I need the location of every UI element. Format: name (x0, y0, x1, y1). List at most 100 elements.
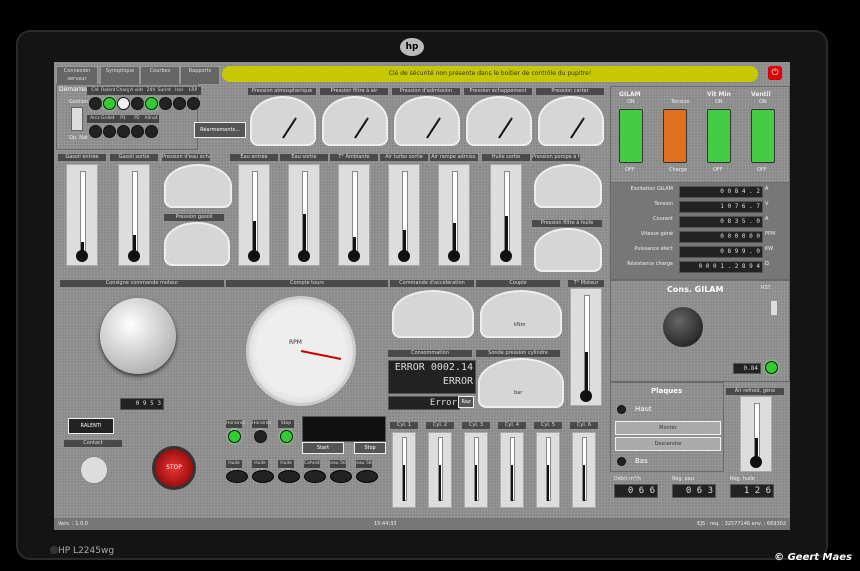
stop-small-button[interactable]: Stop (354, 442, 386, 454)
oval-label-1: Huile 2.5 (252, 460, 268, 474)
security-alert-bar: Clé de sécurité non présente dans le boi… (222, 66, 758, 82)
monitor-model: HP L2245wg (58, 546, 115, 556)
cons-gilam-knob[interactable] (663, 307, 703, 347)
oval-button-4[interactable] (330, 470, 352, 483)
demarreur-led-1[interactable] (103, 97, 116, 110)
power-off-button[interactable]: ⏻ (768, 66, 782, 80)
gilam-readout-panel: Excitation GILAM 0 0 8 4 . 2 A Tension 1 0 7… (610, 182, 790, 280)
demarreur-led-2[interactable] (117, 97, 130, 110)
start-button[interactable]: Start (302, 442, 344, 454)
oval-label-3: Cohnst. (304, 460, 322, 468)
cylinder-header-5: Cyl. 6 (570, 422, 598, 429)
thermo-header-5: T° Ambiante (330, 154, 378, 161)
bottom-readout-label-2: Rég. huile (730, 476, 755, 482)
demarreur-row2-led-4[interactable] (145, 125, 158, 138)
toolbar-button-rapports[interactable]: Rapports (180, 66, 220, 85)
gilam-readout-unit-3: PPM (765, 231, 776, 237)
gilam-readout-label-3: Vitesse géné (640, 231, 673, 237)
conso-header: Consommation (388, 350, 472, 357)
status-bar: Vers. : 1.0.0 15:44:33 EJS : req. : 3257… (54, 518, 790, 530)
consigne-knob[interactable] (100, 298, 176, 374)
sonde-gauge: bar (478, 358, 564, 408)
demarreur-row2-led-1[interactable] (103, 125, 116, 138)
accel-header: Commande d'accélération (390, 280, 474, 287)
air-refroid-thermometer (740, 396, 772, 472)
air-refroid-header: Air refroid. géné (726, 388, 784, 395)
demarreur-row2-led-2[interactable] (117, 125, 130, 138)
thermo-header-7: Air rampe admiss. (430, 154, 478, 161)
demarreur-led-6[interactable] (173, 97, 186, 110)
gilam-toggle-1[interactable] (663, 109, 687, 163)
oval-button-1[interactable] (252, 470, 274, 483)
gilam-readout-value-3: 0 0 0 0 0 0 (679, 231, 763, 243)
thermometer-0 (66, 164, 98, 266)
cylinder-header-0: Cyl. 1 (390, 422, 418, 429)
demarreur-led-7[interactable] (187, 97, 200, 110)
gilam-readout-value-5: 0 0 0 1 . 2 8 9 4 (679, 261, 763, 273)
demarreur-row2-label-4: Allnat (143, 115, 159, 123)
demarreur-row2-led-3[interactable] (131, 125, 144, 138)
bottom-readout-label-1: Rég. eau (672, 476, 694, 482)
rpm-needle (300, 350, 342, 360)
pression-filtre-huile-gauge (534, 228, 602, 272)
key-switch[interactable] (71, 107, 83, 131)
pressure-gauge-2 (394, 96, 460, 146)
rst-switch[interactable] (771, 301, 777, 315)
demarreur-row2-led-0[interactable] (89, 125, 102, 138)
gilam-readout-value-1: 1 0 7 6 . 7 (679, 201, 763, 213)
oval-button-0[interactable] (226, 470, 248, 483)
raz-button[interactable]: Raz (458, 396, 474, 408)
cylinder-gauge-0 (392, 432, 416, 508)
gilam-switch-title-3: Ventil (751, 91, 771, 98)
contact-knob[interactable] (80, 456, 108, 484)
gilam-switch-panel: GILAM ON OFF Tension Charge Vit Min ON OFF Venti… (610, 86, 790, 184)
plaques-panel: Plaques Haut Monter Descendre Bas (610, 382, 724, 472)
gilam-switch-on-1: Tension (671, 99, 690, 105)
cons-gilam-led (765, 361, 778, 374)
horaires-led-2[interactable] (280, 430, 293, 443)
cylinder-header-1: Cyl. 2 (426, 422, 454, 429)
stop-button[interactable]: STOP (152, 446, 196, 490)
bottom-readout-value-2: 1 2 6 (730, 484, 774, 498)
oval-button-5[interactable] (356, 470, 378, 483)
demarreur-led-3[interactable] (131, 97, 144, 110)
pression-gasoil-gauge (164, 222, 230, 266)
oval-button-3[interactable] (304, 470, 326, 483)
thermo-header-1: Gasoil sortie (110, 154, 158, 161)
rearmement-button[interactable]: Réarmements... (194, 122, 246, 138)
gilam-readout-unit-1: V (765, 201, 769, 207)
horaires-screen (302, 416, 386, 442)
cons-gilam-value: 0.84 (733, 363, 761, 374)
gilam-readout-unit-4: KW (765, 246, 774, 252)
gilam-switch-off-1: Charge (669, 167, 687, 173)
monter-button[interactable]: Monter (615, 421, 721, 435)
horaires-led-1[interactable] (254, 430, 267, 443)
gilam-switch-off-3: OFF (757, 167, 767, 173)
pressure-gauge-1 (322, 96, 388, 146)
toolbar-button-synoptique[interactable]: Synoptique (100, 66, 140, 85)
gilam-toggle-0[interactable] (619, 109, 643, 163)
oval-label-0: Huile 1.5 (226, 460, 242, 474)
demarreur-led-5[interactable] (159, 97, 172, 110)
demarreur-led-0[interactable] (89, 97, 102, 110)
oval-button-2[interactable] (278, 470, 300, 483)
demarreur-label-7: LRP (185, 87, 201, 95)
cylinder-gauge-4 (536, 432, 560, 508)
gilam-toggle-3[interactable] (751, 109, 775, 163)
error-display: Error (388, 396, 460, 410)
gilam-toggle-2[interactable] (707, 109, 731, 163)
thermometer-6 (388, 164, 420, 266)
horaires-led-0[interactable] (228, 430, 241, 443)
app-screen: Connexion serveur Synoptique Courbes Rap… (54, 62, 790, 530)
descendre-button[interactable]: Descendre (615, 437, 721, 451)
bas-label: Bas (635, 457, 648, 465)
power-light[interactable] (50, 546, 58, 554)
demarreur-led-4[interactable] (145, 97, 158, 110)
thermometer-1 (118, 164, 150, 266)
gilam-readout-unit-2: A (765, 216, 769, 222)
gilam-switch-on-0: ON (627, 99, 635, 105)
connect-button[interactable]: Connexion serveur (56, 66, 98, 85)
gilam-readout-unit-5: Ω (765, 261, 769, 267)
toolbar-button-courbes[interactable]: Courbes (140, 66, 180, 85)
rpm-label: RPM (289, 339, 302, 346)
